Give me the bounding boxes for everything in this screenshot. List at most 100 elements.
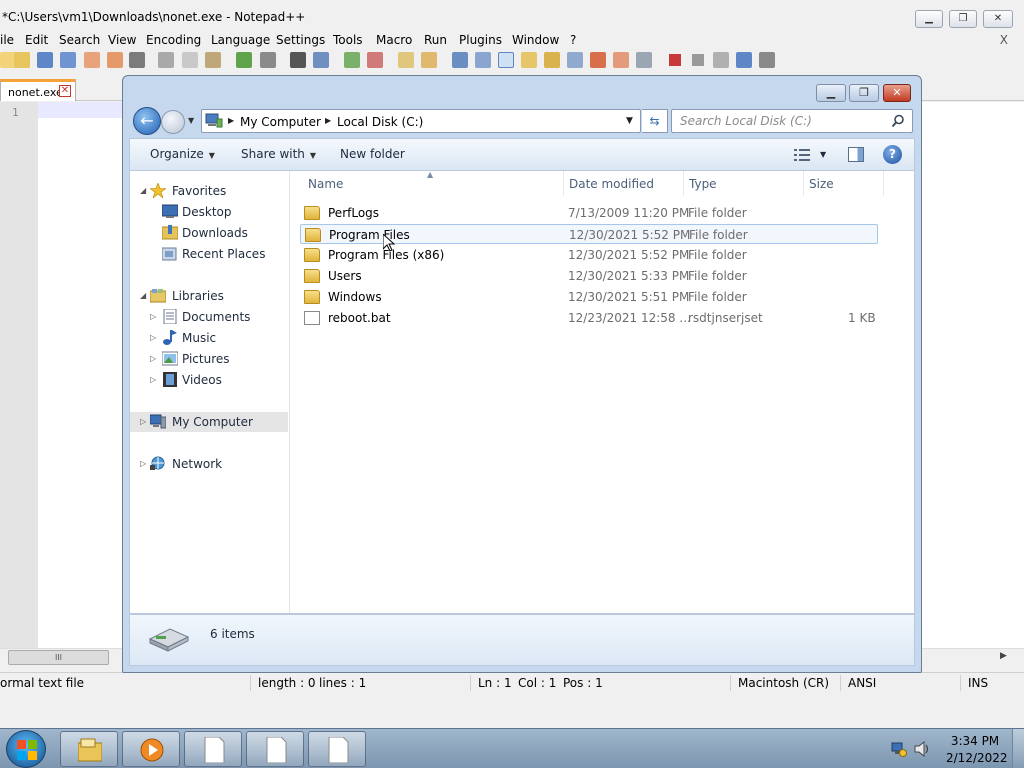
menu-settings[interactable]: Settings xyxy=(276,33,325,47)
folder-workspace-icon[interactable] xyxy=(590,52,606,68)
volume-icon[interactable] xyxy=(914,741,932,757)
explorer-maximize-button[interactable]: ❐ xyxy=(849,84,879,102)
clock-date[interactable]: 2/12/2022 xyxy=(946,751,1008,765)
menu-search[interactable]: Search xyxy=(59,33,100,47)
record-macro-icon[interactable] xyxy=(667,52,683,68)
menu-file[interactable]: ile xyxy=(0,33,14,47)
menu-macro[interactable]: Macro xyxy=(376,33,412,47)
table-row[interactable]: reboot.bat 12/23/2021 12:58 ... rsdtjnse… xyxy=(300,308,878,328)
nav-favorites[interactable]: ◢ Favorites xyxy=(130,181,288,201)
explorer-title-bar[interactable]: ▁ ❐ ✕ xyxy=(123,76,921,106)
nav-downloads[interactable]: Downloads xyxy=(130,223,288,243)
redo-icon[interactable] xyxy=(260,52,276,68)
back-arrow-icon[interactable]: ← xyxy=(133,107,161,135)
change-view-icon[interactable] xyxy=(794,148,810,162)
nav-libraries[interactable]: ◢ Libraries xyxy=(130,286,288,306)
replace-icon[interactable] xyxy=(313,52,329,68)
menu-plugins[interactable]: Plugins xyxy=(459,33,502,47)
share-with-button[interactable]: Share with ▼ xyxy=(241,147,316,161)
zoom-in-icon[interactable] xyxy=(344,52,360,68)
show-all-characters-icon[interactable] xyxy=(475,52,491,68)
taskbar-document-button[interactable] xyxy=(246,731,304,767)
address-bar[interactable]: ▶ My Computer ▶ Local Disk (C:) ▼ xyxy=(201,109,641,133)
scroll-right-arrow-icon[interactable]: ▶ xyxy=(1000,651,1007,661)
recent-pages-chevron-icon[interactable]: ▼ xyxy=(188,116,194,125)
minimize-button[interactable]: ▁ xyxy=(915,10,943,28)
network-tray-icon[interactable] xyxy=(891,741,907,757)
search-icon[interactable] xyxy=(891,114,905,128)
close-button[interactable]: ✕ xyxy=(983,10,1013,28)
cut-icon[interactable] xyxy=(158,52,174,68)
doc-map-icon[interactable] xyxy=(544,52,560,68)
menu-encoding[interactable]: Encoding xyxy=(146,33,201,47)
nav-videos[interactable]: ▷ Videos xyxy=(130,370,288,390)
nav-desktop[interactable]: Desktop xyxy=(130,202,288,222)
menu-edit[interactable]: Edit xyxy=(25,33,48,47)
close-file-icon[interactable] xyxy=(84,52,100,68)
playback-macro-icon[interactable] xyxy=(713,52,729,68)
preview-pane-icon[interactable] xyxy=(848,147,864,162)
copy-icon[interactable] xyxy=(182,52,198,68)
close-all-icon[interactable] xyxy=(107,52,123,68)
taskbar-explorer-button[interactable] xyxy=(60,731,118,767)
word-wrap-icon[interactable] xyxy=(452,52,468,68)
menu-tools[interactable]: Tools xyxy=(333,33,363,47)
breadcrumb-local-disk[interactable]: Local Disk (C:) xyxy=(337,115,423,129)
collapse-arrow-icon[interactable]: ▷ xyxy=(150,333,156,342)
run-macro-multiple-icon[interactable] xyxy=(736,52,752,68)
column-header-type[interactable]: Type xyxy=(689,177,717,191)
collapse-arrow-icon[interactable]: ▷ xyxy=(140,459,146,468)
nav-network[interactable]: ▷ Network xyxy=(130,454,288,474)
start-button[interactable] xyxy=(6,730,46,768)
undo-icon[interactable] xyxy=(236,52,252,68)
save-icon[interactable] xyxy=(37,52,53,68)
taskbar-notepad-button[interactable] xyxy=(184,731,242,767)
table-row[interactable]: Users 12/30/2021 5:33 PM File folder xyxy=(300,266,878,286)
menu-language[interactable]: Language xyxy=(211,33,270,47)
paste-icon[interactable] xyxy=(205,52,221,68)
zoom-out-icon[interactable] xyxy=(367,52,383,68)
menu-window[interactable]: Window xyxy=(512,33,559,47)
menu-close-document[interactable]: X xyxy=(1000,33,1008,47)
show-desktop-button[interactable] xyxy=(1012,729,1024,768)
menu-view[interactable]: View xyxy=(108,33,136,47)
find-icon[interactable] xyxy=(290,52,306,68)
breadcrumb-my-computer[interactable]: My Computer xyxy=(240,115,321,129)
indent-guide-icon[interactable] xyxy=(498,52,514,68)
organize-button[interactable]: Organize ▼ xyxy=(150,147,215,161)
tab-nonet-exe[interactable]: nonet.exe ✕ xyxy=(0,79,76,101)
nav-my-computer[interactable]: ▷ My Computer xyxy=(130,412,288,432)
collapse-arrow-icon[interactable]: ▷ xyxy=(140,417,146,426)
nav-music[interactable]: ▷ Music xyxy=(130,328,288,348)
explorer-close-button[interactable]: ✕ xyxy=(883,84,911,102)
refresh-icon[interactable]: ⇆ xyxy=(642,109,668,133)
breadcrumb-separator-icon[interactable]: ▶ xyxy=(228,116,234,125)
collapse-arrow-icon[interactable]: ▷ xyxy=(150,354,156,363)
stop-macro-icon[interactable] xyxy=(690,52,706,68)
column-header-date-modified[interactable]: Date modified xyxy=(569,177,654,191)
scrollbar-thumb[interactable]: III xyxy=(8,650,109,665)
save-macro-icon[interactable] xyxy=(759,52,775,68)
forward-arrow-icon[interactable] xyxy=(161,110,185,134)
user-language-icon[interactable] xyxy=(521,52,537,68)
nav-documents[interactable]: ▷ Documents xyxy=(130,307,288,327)
view-options-chevron-icon[interactable]: ▼ xyxy=(820,150,826,159)
collapse-arrow-icon[interactable]: ▷ xyxy=(150,375,156,384)
maximize-button[interactable]: ❐ xyxy=(949,10,977,28)
clock-time[interactable]: 3:34 PM xyxy=(950,734,1000,748)
nav-pictures[interactable]: ▷ Pictures xyxy=(130,349,288,369)
function-list-icon[interactable] xyxy=(567,52,583,68)
table-row[interactable]: PerfLogs 7/13/2009 11:20 PM File folder xyxy=(300,203,878,223)
nav-recent-places[interactable]: Recent Places xyxy=(130,244,288,264)
taskbar-media-player-button[interactable] xyxy=(122,731,180,767)
collapse-arrow-icon[interactable]: ▷ xyxy=(150,312,156,321)
new-folder-button[interactable]: New folder xyxy=(340,147,405,161)
breadcrumb-separator-icon[interactable]: ▶ xyxy=(325,116,331,125)
folder-as-workspace-icon[interactable] xyxy=(613,52,629,68)
address-dropdown-icon[interactable]: ▼ xyxy=(626,116,633,126)
search-input[interactable]: Search Local Disk (C:) xyxy=(671,109,913,133)
column-header-size[interactable]: Size xyxy=(809,177,834,191)
taskbar-document-button[interactable] xyxy=(308,731,366,767)
sync-vertical-icon[interactable] xyxy=(398,52,414,68)
expand-arrow-icon[interactable]: ◢ xyxy=(140,291,146,300)
